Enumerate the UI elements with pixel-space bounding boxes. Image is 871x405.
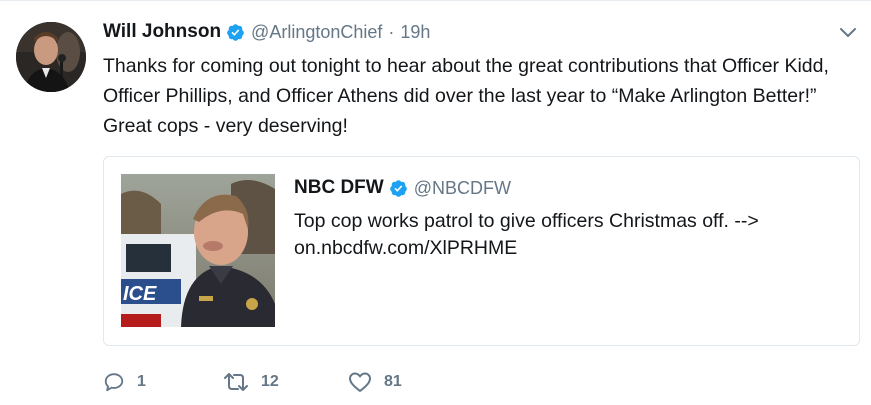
quoted-tweet-card[interactable]: ICE NBC DFW @NBCDFW Top cop works patrol… bbox=[103, 156, 860, 346]
avatar-photo bbox=[16, 22, 86, 92]
retweet-icon bbox=[223, 371, 249, 393]
like-icon bbox=[348, 371, 372, 393]
author-display-name[interactable]: Will Johnson bbox=[103, 21, 221, 43]
verified-badge-icon bbox=[226, 23, 245, 42]
quoted-handle[interactable]: @NBCDFW bbox=[414, 178, 511, 199]
chevron-down-icon[interactable] bbox=[838, 26, 858, 40]
like-count: 81 bbox=[384, 373, 402, 390]
reply-icon bbox=[103, 371, 125, 393]
quoted-display-name[interactable]: NBC DFW bbox=[294, 177, 384, 199]
reply-button[interactable]: 1 bbox=[103, 371, 223, 393]
quoted-tweet-header: NBC DFW @NBCDFW bbox=[294, 177, 511, 199]
reply-count: 1 bbox=[137, 373, 146, 390]
top-divider bbox=[0, 0, 871, 1]
tweet-actions: 1 12 81 bbox=[103, 368, 468, 396]
tweet-header: Will Johnson @ArlingtonChief · 19h bbox=[103, 20, 430, 44]
quoted-link[interactable]: on.nbcdfw.com/XlPRHME bbox=[294, 235, 834, 262]
svg-text:ICE: ICE bbox=[123, 283, 157, 305]
quoted-text-line-1: Top cop works patrol to give officers Ch… bbox=[294, 210, 759, 232]
tweet-timestamp[interactable]: 19h bbox=[400, 22, 430, 43]
retweet-button[interactable]: 12 bbox=[223, 371, 348, 393]
author-handle[interactable]: @ArlingtonChief bbox=[251, 22, 382, 43]
separator-dot: · bbox=[388, 21, 395, 42]
like-button[interactable]: 81 bbox=[348, 371, 468, 393]
quoted-tweet-text: Top cop works patrol to give officers Ch… bbox=[294, 208, 834, 262]
verified-badge-icon bbox=[389, 179, 408, 198]
retweet-count: 12 bbox=[261, 373, 279, 390]
quoted-tweet-image: ICE bbox=[121, 174, 275, 327]
tweet-text: Thanks for coming out tonight to hear ab… bbox=[103, 55, 829, 137]
avatar[interactable] bbox=[16, 22, 86, 92]
